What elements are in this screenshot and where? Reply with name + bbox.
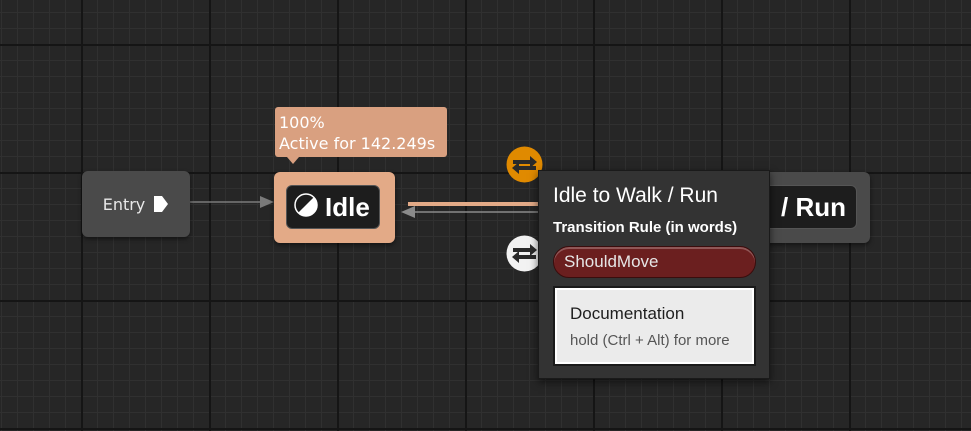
- walkrun-state-label: / Run: [781, 191, 846, 222]
- idle-debug-active: Active for 142.249s: [279, 134, 436, 153]
- idle-debug-weight: 100%: [279, 113, 325, 132]
- idle-state-label: Idle: [325, 191, 370, 222]
- idle-state-node[interactable]: Idle: [274, 172, 395, 243]
- idle-debug-tooltip-arrow: [287, 157, 299, 164]
- entry-label: Entry: [102, 194, 146, 214]
- documentation-box: Documentation hold (Ctrl + Alt) for more: [553, 286, 756, 366]
- transition-popup-title: Idle to Walk / Run: [553, 184, 718, 207]
- idle-state-title-box[interactable]: Idle: [286, 185, 380, 229]
- entry-arrow-icon: [153, 195, 169, 213]
- state-pie-icon: [293, 192, 319, 222]
- entry-to-idle-wire: [190, 196, 274, 208]
- documentation-title: Documentation: [570, 304, 685, 323]
- transition-popup-subtitle: Transition Rule (in words): [553, 219, 738, 236]
- transition-rule-text: ShouldMove: [564, 252, 659, 271]
- transition-rule-pill: ShouldMove: [553, 246, 756, 278]
- transition-tooltip-popup: Idle to Walk / Run Transition Rule (in w…: [538, 170, 770, 379]
- documentation-hint: hold (Ctrl + Alt) for more: [570, 332, 730, 349]
- entry-node[interactable]: Entry: [82, 171, 190, 237]
- idle-debug-tooltip: 100% Active for 142.249s: [275, 107, 447, 157]
- idle-to-walkrun-wire: [401, 202, 555, 218]
